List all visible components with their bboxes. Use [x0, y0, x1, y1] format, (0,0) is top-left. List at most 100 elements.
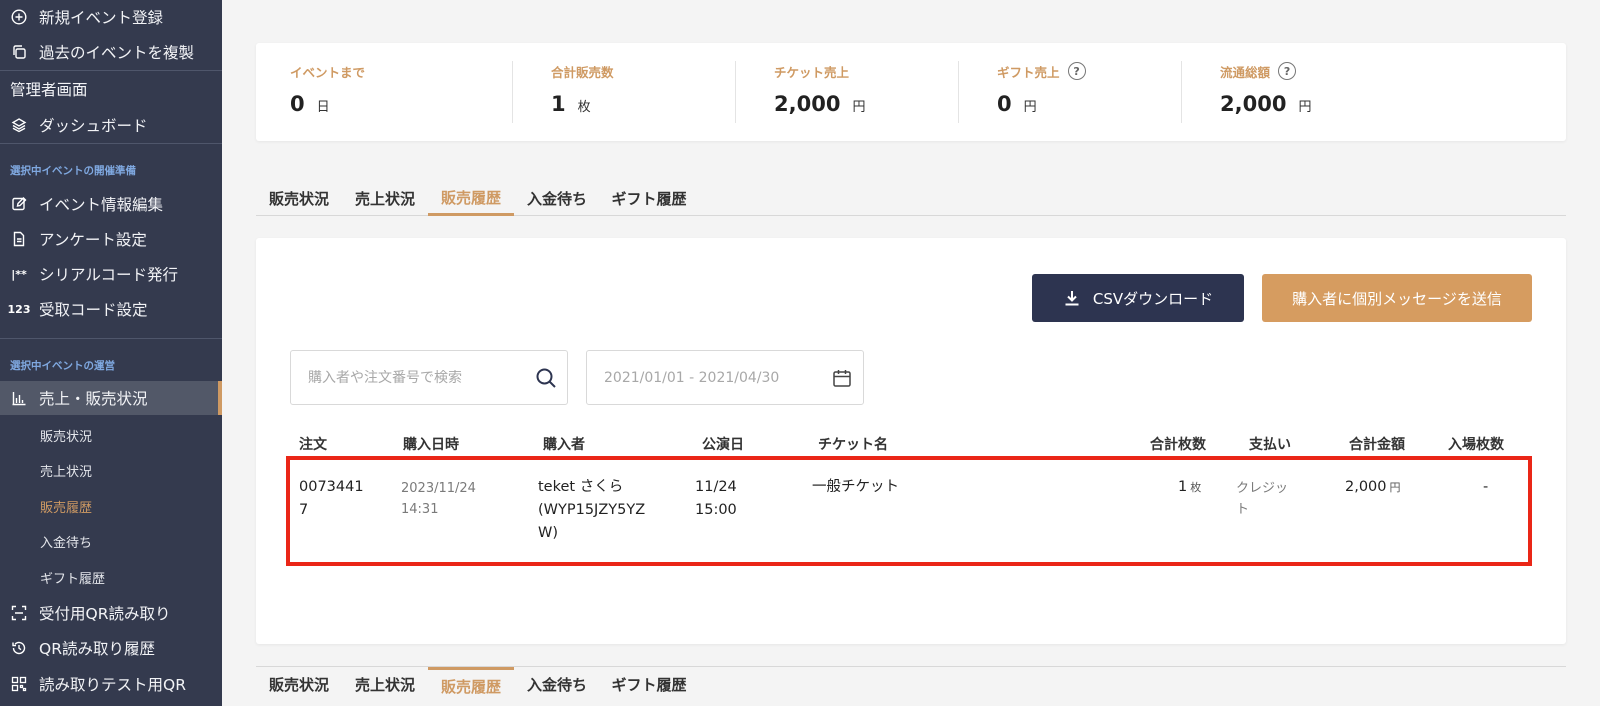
help-icon[interactable]: ? — [1278, 62, 1297, 80]
numbers-icon: 123 — [7, 302, 31, 316]
table-header: 注文 購入日時 購入者 公演日 チケット名 合計枚数 支払い 合計金額 入場枚数 — [290, 434, 1536, 458]
stat-label: 合計販売数 — [551, 64, 614, 80]
document-icon — [10, 230, 28, 248]
send-message-label: 購入者に個別メッセージを送信 — [1292, 289, 1502, 308]
sidebar-item-label: イベント情報編集 — [39, 196, 164, 214]
stat-value: 1 — [551, 92, 566, 116]
column-header-purchased-at[interactable]: 購入日時 — [403, 434, 459, 454]
stat-until-event: イベントまで 0 日 — [290, 60, 365, 124]
help-icon[interactable]: ? — [1067, 62, 1086, 80]
stat-value: 2,000 — [774, 92, 841, 116]
stat-label: イベントまで — [290, 64, 366, 80]
stat-label: 流通総額 ? — [1220, 60, 1311, 82]
sidebar-item-qr-read[interactable]: 受付用QR読み取り — [0, 596, 222, 630]
stat-total-sold: 合計販売数 1 枚 — [551, 60, 614, 124]
sidebar-subitem-gift-history[interactable]: ギフト履歴 — [40, 567, 105, 587]
tab-bar-bottom: 販売状況 売上状況 販売履歴 入金待ち ギフト履歴 — [256, 666, 1566, 701]
sidebar-item-label: QR読み取り履歴 — [39, 640, 155, 658]
column-header-order[interactable]: 注文 — [299, 434, 327, 454]
purchase-datetime: 2023/11/24 14:31 — [401, 481, 476, 517]
sidebar: 新規イベント登録 過去のイベントを複製 管理者画面 ダッシュボード 選択中イベン… — [0, 0, 222, 706]
history-icon — [10, 639, 28, 657]
sidebar-item-receive-code[interactable]: 123 受取コード設定 — [0, 292, 222, 326]
column-header-qty[interactable]: 合計枚数 — [1150, 434, 1206, 454]
csv-download-button[interactable]: CSVダウンロード — [1032, 274, 1244, 322]
tab-sales-history[interactable]: 販売履歴 — [428, 181, 514, 216]
sidebar-item-label: 過去のイベントを複製 — [39, 44, 195, 62]
sidebar-item-serial-code[interactable]: |** シリアルコード発行 — [0, 257, 222, 291]
csv-download-label: CSVダウンロード — [1092, 289, 1214, 308]
sidebar-item-label: 受取コード設定 — [39, 301, 148, 319]
column-header-amount[interactable]: 合計金額 — [1349, 434, 1405, 454]
tab-bar-top: 販売状況 売上状況 販売履歴 入金待ち ギフト履歴 — [256, 181, 1566, 216]
tab-sales-history[interactable]: 販売履歴 — [428, 667, 514, 702]
sidebar-item-qr-test[interactable]: 読み取りテスト用QR — [0, 667, 222, 701]
sidebar-subitem-revenue-status[interactable]: 売上状況 — [40, 460, 92, 480]
column-header-show-date[interactable]: 公演日 — [702, 434, 744, 454]
stat-unit: 円 — [1298, 100, 1312, 115]
tab-gift-history[interactable]: ギフト履歴 — [606, 667, 692, 702]
column-header-ticket[interactable]: チケット名 — [818, 434, 888, 454]
tab-pending-payment[interactable]: 入金待ち — [520, 181, 594, 216]
sidebar-item-duplicate-event[interactable]: 過去のイベントを複製 — [0, 35, 222, 69]
tab-sales-status[interactable]: 販売状況 — [262, 181, 336, 216]
buyer-name: teket さくら (WYP15JZY5YZ W) — [538, 479, 646, 541]
plus-circle-icon — [10, 8, 28, 26]
qr-scan-icon — [10, 604, 28, 622]
layers-icon — [10, 116, 28, 134]
calendar-icon[interactable] — [830, 366, 854, 390]
stat-value: 0 — [997, 92, 1012, 116]
tab-pending-payment[interactable]: 入金待ち — [520, 667, 594, 702]
sidebar-item-survey[interactable]: アンケート設定 — [0, 222, 222, 256]
sidebar-divider — [0, 143, 222, 144]
bar-chart-icon — [10, 389, 28, 407]
stat-value: 0 — [290, 92, 305, 116]
sidebar-item-new-event[interactable]: 新規イベント登録 — [0, 0, 222, 34]
sidebar-subitem-sales-status[interactable]: 販売状況 — [40, 425, 92, 445]
sidebar-item-dashboard[interactable]: ダッシュボード — [0, 108, 222, 142]
send-message-button[interactable]: 購入者に個別メッセージを送信 — [1262, 274, 1532, 322]
sidebar-divider — [0, 70, 222, 71]
sidebar-item-label: ダッシュボード — [39, 117, 148, 135]
stat-unit: 日 — [316, 100, 330, 115]
stat-unit: 枚 — [577, 100, 591, 115]
search-icon[interactable] — [534, 366, 558, 390]
stat-value: 2,000 — [1220, 92, 1287, 116]
tab-revenue-status[interactable]: 売上状況 — [348, 181, 422, 216]
table-row[interactable]: 0073441 7 2023/11/24 14:31 teket さくら (WY… — [286, 456, 1532, 566]
sidebar-item-label: アンケート設定 — [39, 231, 147, 249]
stat-unit: 円 — [1023, 100, 1037, 115]
sidebar-item-label: 管理者画面 — [10, 81, 88, 99]
tab-revenue-status[interactable]: 売上状況 — [348, 667, 422, 702]
column-header-payment[interactable]: 支払い — [1249, 434, 1291, 454]
sidebar-item-label: 売上・販売状況 — [39, 390, 148, 408]
sidebar-divider — [0, 338, 222, 339]
order-number[interactable]: 0073441 7 — [299, 476, 364, 522]
sidebar-item-qr-history[interactable]: QR読み取り履歴 — [0, 631, 222, 665]
sidebar-section-prep: 選択中イベントの開催準備 — [10, 165, 136, 177]
stat-divider — [735, 61, 736, 123]
sidebar-section-ops: 選択中イベントの運営 — [10, 360, 115, 372]
search-input[interactable] — [291, 369, 511, 386]
edit-icon — [10, 195, 28, 213]
sidebar-subitem-pending-payment[interactable]: 入金待ち — [40, 531, 92, 551]
stat-divider — [1181, 61, 1182, 123]
sidebar-item-admin[interactable]: 管理者画面 — [0, 72, 222, 106]
date-range-box — [586, 350, 864, 405]
payment-method: クレジッ ト — [1236, 481, 1289, 517]
column-header-buyer[interactable]: 購入者 — [543, 434, 585, 454]
sidebar-item-edit-event[interactable]: イベント情報編集 — [0, 187, 222, 221]
sidebar-item-sales[interactable]: 売上・販売状況 — [0, 381, 222, 415]
sidebar-item-label: 受付用QR読み取り — [39, 605, 171, 623]
ticket-quantity: 1枚 — [1178, 479, 1202, 495]
column-header-admitted[interactable]: 入場枚数 — [1448, 434, 1504, 454]
tab-sales-status[interactable]: 販売状況 — [262, 667, 336, 702]
date-range-input[interactable] — [587, 369, 807, 386]
download-icon — [1065, 291, 1079, 306]
copy-icon — [10, 43, 28, 61]
admitted-count: - — [1483, 479, 1489, 495]
tab-gift-history[interactable]: ギフト履歴 — [606, 181, 692, 216]
sidebar-subitem-sales-history[interactable]: 販売履歴 — [40, 496, 92, 516]
sales-history-panel: CSVダウンロード 購入者に個別メッセージを送信 注文 購入日時 購入者 公演日… — [256, 238, 1566, 644]
sidebar-item-label: 新規イベント登録 — [39, 9, 164, 27]
